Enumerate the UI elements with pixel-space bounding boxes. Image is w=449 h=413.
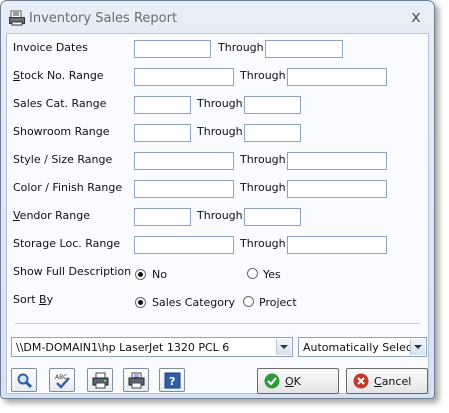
print-icon	[92, 372, 109, 389]
sales-cat-to-input[interactable]	[244, 96, 301, 114]
close-icon[interactable]: x	[408, 9, 424, 25]
cancel-button[interactable]: Cancel	[346, 368, 428, 394]
vendor-from-input[interactable]	[134, 208, 191, 226]
sort-sales-category-label: Sales Category	[152, 296, 236, 309]
vendor-to-input[interactable]	[244, 208, 301, 226]
help-button[interactable]: ?	[159, 368, 185, 392]
spellcheck-icon: ABC	[55, 374, 70, 389]
showroom-through-label: Through	[197, 125, 243, 138]
stock-no-through-label: Through	[240, 69, 286, 82]
stock-no-from-input[interactable]	[134, 68, 234, 86]
color-finish-from-input[interactable]	[134, 180, 234, 198]
printer-select-value: \\DM-DOMAIN1\hp LaserJet 1320 PCL 6	[16, 341, 230, 354]
invoice-date-from-input[interactable]	[134, 40, 211, 58]
preview-button[interactable]	[11, 368, 37, 392]
spellcheck-button[interactable]: ABC	[49, 368, 75, 392]
svg-text:ABC: ABC	[55, 374, 67, 381]
report-dialog: Inventory Sales Report x Invoice Dates T…	[0, 0, 435, 399]
report-app-icon	[9, 10, 25, 26]
sort-project-label: Project	[259, 296, 297, 309]
style-size-to-input[interactable]	[287, 152, 387, 170]
showroom-range-label: Showroom Range	[13, 125, 110, 138]
stock-no-to-input[interactable]	[287, 68, 387, 86]
paper-tray-select-value: Automatically Select	[303, 341, 417, 354]
separator	[15, 323, 420, 325]
invoice-dates-through-label: Through	[218, 41, 264, 54]
ok-button[interactable]: OK	[257, 368, 339, 394]
sort-by-label: Sort By	[13, 293, 54, 306]
color-finish-range-label: Color / Finish Range	[13, 181, 123, 194]
sales-cat-range-label: Sales Cat. Range	[13, 97, 107, 110]
show-description-yes-label: Yes	[263, 268, 281, 281]
style-size-from-input[interactable]	[134, 152, 234, 170]
sales-cat-from-input[interactable]	[134, 96, 191, 114]
magnifier-icon	[17, 373, 33, 389]
dialog-body: Invoice Dates Through Stock No. Range Th…	[6, 33, 429, 394]
storage-loc-from-input[interactable]	[134, 236, 234, 254]
storage-loc-to-input[interactable]	[287, 236, 387, 254]
vendor-through-label: Through	[197, 209, 243, 222]
show-description-no-radio[interactable]	[135, 269, 146, 280]
show-description-yes-radio[interactable]	[247, 268, 258, 279]
style-size-range-label: Style / Size Range	[13, 153, 113, 166]
color-finish-to-input[interactable]	[287, 180, 387, 198]
showroom-from-input[interactable]	[134, 124, 191, 142]
print-button[interactable]	[87, 368, 113, 392]
vendor-range-label: Vendor Range	[13, 209, 91, 222]
chevron-down-icon[interactable]	[276, 339, 291, 355]
window-title: Inventory Sales Report	[29, 11, 178, 26]
svg-text:?: ?	[169, 375, 175, 388]
help-icon: ?	[164, 372, 181, 389]
ok-button-label: OK	[285, 375, 301, 388]
sort-sales-category-radio[interactable]	[135, 297, 146, 308]
printer-setup-button[interactable]	[123, 368, 149, 392]
invoice-dates-label: Invoice Dates	[13, 41, 88, 54]
checkmark-icon	[264, 373, 280, 389]
title-bar[interactable]: Inventory Sales Report x	[1, 1, 434, 35]
paper-tray-select[interactable]: Automatically Select	[298, 337, 427, 357]
sort-project-radio[interactable]	[243, 296, 254, 307]
chevron-down-icon[interactable]	[410, 339, 425, 355]
sales-cat-through-label: Through	[197, 97, 243, 110]
storage-loc-range-label: Storage Loc. Range	[13, 237, 121, 250]
style-size-through-label: Through	[240, 153, 286, 166]
show-full-description-label: Show Full Description	[13, 265, 132, 278]
cancel-x-icon	[353, 373, 369, 389]
show-description-no-label: No	[152, 268, 167, 281]
showroom-to-input[interactable]	[244, 124, 301, 142]
printer-setup-icon	[128, 372, 145, 389]
color-finish-through-label: Through	[240, 181, 286, 194]
storage-loc-through-label: Through	[240, 237, 286, 250]
invoice-date-to-input[interactable]	[265, 40, 343, 58]
printer-select[interactable]: \\DM-DOMAIN1\hp LaserJet 1320 PCL 6	[11, 337, 293, 357]
cancel-button-label: Cancel	[374, 375, 412, 388]
stock-no-range-label: Stock No. Range	[13, 69, 104, 82]
